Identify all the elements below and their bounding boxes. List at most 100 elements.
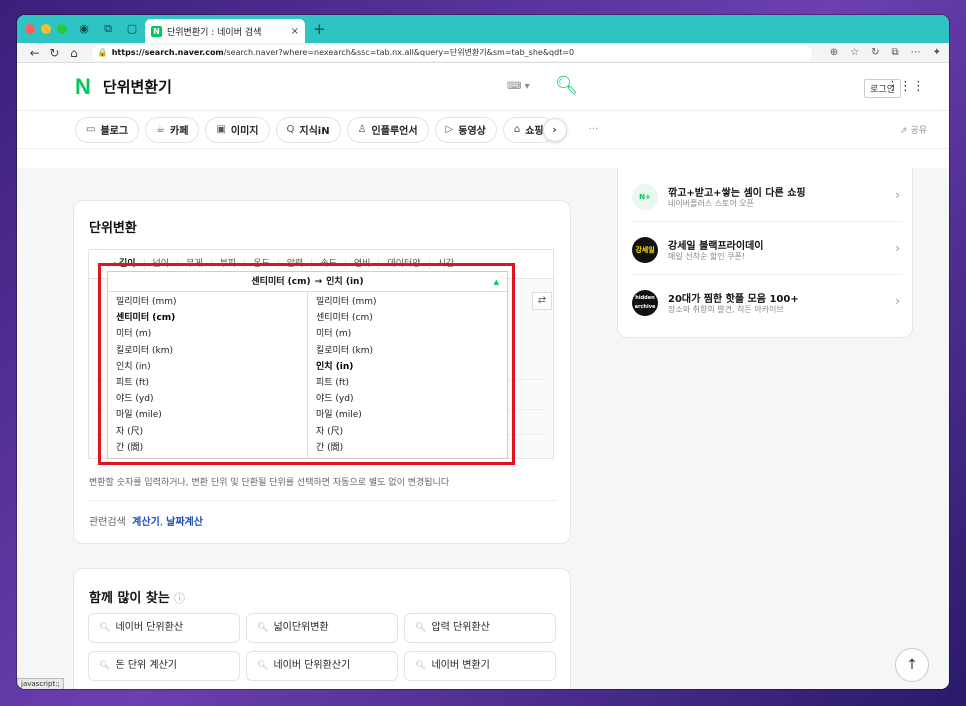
popular-item[interactable]: 🔍︎ 돈 단위 계산기 <box>88 651 240 681</box>
workspaces-icon[interactable]: ⧉ <box>101 22 115 36</box>
to-option[interactable]: 피트 (ft) <box>308 375 507 391</box>
to-option[interactable]: 밀리미터 (mm) <box>308 294 507 310</box>
tab-title: 단위변환기 : 네이버 검색 <box>167 27 262 38</box>
url-host: https://search.naver.com <box>111 47 224 57</box>
from-option[interactable]: 자 (尺) <box>108 424 307 440</box>
popular-item-label: 넓이단위변환 <box>273 622 329 633</box>
related-link-date-calc[interactable]: 날짜계산 <box>166 517 203 528</box>
popular-item[interactable]: 🔍︎ 네이버 단위환산 <box>88 613 240 643</box>
search-tabs: ▭ 블로그 ☕ 카페 ▣ 이미지 Q 지식iN ♙ 인플루언서 ▷ 동영상 ⌂ 쇼핑 › ··… <box>17 111 949 149</box>
zoom-icon[interactable]: ⊕ <box>830 47 838 58</box>
tab-length[interactable]: 길이 <box>105 259 145 269</box>
tab-pressure[interactable]: 압력 <box>279 259 313 269</box>
promo-item[interactable]: hidden archive 20대가 찜한 핫플 모음 100+ 장소와 취향… <box>632 278 902 328</box>
favorite-star-icon[interactable]: ☆ <box>850 47 859 58</box>
active-tab[interactable]: N 단위변환기 : 네이버 검색 × <box>145 19 305 43</box>
from-option[interactable]: 마일 (mile) <box>108 407 307 423</box>
kang-sale-icon: 강세일 <box>632 237 658 263</box>
tab-influencer[interactable]: ♙ 인플루언서 <box>346 116 429 143</box>
tab-data[interactable]: 데이터양 <box>379 259 430 269</box>
from-option[interactable]: 인치 (in) <box>108 359 307 375</box>
tab-weight[interactable]: 무게 <box>178 259 212 269</box>
tab-cafe[interactable]: ☕ 카페 <box>145 116 200 143</box>
tab-area[interactable]: 넓이 <box>145 259 179 269</box>
new-tab-button[interactable]: + <box>313 20 326 38</box>
promo-item[interactable]: N+ 깎고+받고+쌓는 셈이 다른 쇼핑 네이버플러스 스토어 오픈 › <box>632 172 902 222</box>
to-option[interactable]: 인치 (in) <box>308 359 507 375</box>
url-field[interactable]: 🔒 https://search.naver.com/search.naver?… <box>91 44 812 61</box>
shopping-icon: ⌂ <box>513 124 521 135</box>
minimize-window-button[interactable] <box>41 24 51 34</box>
to-option[interactable]: 간 (間) <box>308 440 507 456</box>
from-option[interactable]: 센티미터 (cm) <box>108 310 307 326</box>
close-window-button[interactable] <box>25 24 35 34</box>
collections-icon[interactable]: ⧉ <box>891 47 898 58</box>
more-tabs-button[interactable]: ··· <box>589 124 599 135</box>
extensions-icon[interactable]: ⋯ <box>911 47 921 58</box>
tab-video[interactable]: ▷ 동영상 <box>434 116 497 143</box>
popular-item[interactable]: 🔍︎ 넓이단위변환 <box>246 613 398 643</box>
profile-icon[interactable]: ◉ <box>77 22 91 36</box>
popular-item-label: 네이버 변환기 <box>431 660 490 671</box>
tab-kin[interactable]: Q 지식iN <box>275 116 341 143</box>
to-option[interactable]: 야드 (yd) <box>308 391 507 407</box>
tab-image[interactable]: ▣ 이미지 <box>205 116 270 143</box>
tab-blog[interactable]: ▭ 블로그 <box>75 116 140 143</box>
title-bar: ◉ ⧉ ▢ N 단위변환기 : 네이버 검색 × + <box>17 15 949 43</box>
tab-label: 이미지 <box>230 126 259 137</box>
back-icon[interactable]: ← <box>25 46 45 60</box>
promo-title: 깎고+받고+쌓는 셈이 다른 쇼핑 <box>668 188 806 199</box>
from-unit-list: 밀리미터 (mm) 센티미터 (cm) 미터 (m) 킬로미터 (km) 인치 (in)… <box>108 292 308 459</box>
zoom-window-button[interactable] <box>57 24 67 34</box>
to-option[interactable]: 미터 (m) <box>308 326 507 342</box>
lock-icon: 🔒 <box>97 47 108 57</box>
tab-label: 지식iN <box>299 126 330 137</box>
chevron-right-icon[interactable]: › <box>542 117 567 142</box>
popular-item[interactable]: 🔍︎ 네이버 변환기 <box>404 651 556 681</box>
copilot-icon[interactable]: ✦ <box>933 47 941 58</box>
popular-item[interactable]: 🔍︎ 압력 단위환산 <box>404 613 556 643</box>
address-bar-row: ← ↻ ⌂ 🔒 https://search.naver.com/search.… <box>17 43 949 63</box>
blog-icon: ▭ <box>86 124 96 135</box>
from-option[interactable]: 야드 (yd) <box>108 391 307 407</box>
keyboard-icon[interactable]: ⌨ ▾ <box>507 81 530 92</box>
tab-temperature[interactable]: 온도 <box>245 259 279 269</box>
reload-icon[interactable]: ↻ <box>45 46 65 60</box>
info-icon[interactable]: ⓘ <box>174 592 185 605</box>
refresh-page-icon[interactable]: ↻ <box>871 47 879 58</box>
tab-label: 카페 <box>170 126 189 137</box>
scroll-to-top-button[interactable]: ↑ <box>895 648 929 682</box>
to-option[interactable]: 자 (尺) <box>308 424 507 440</box>
from-option[interactable]: 밀리미터 (mm) <box>108 294 307 310</box>
caret-up-icon[interactable]: ▲ <box>494 272 499 292</box>
related-link-calculator[interactable]: 계산기 <box>132 517 160 528</box>
to-option[interactable]: 센티미터 (cm) <box>308 310 507 326</box>
swap-units-icon[interactable]: ⇄ <box>532 292 552 310</box>
tab-label: 동영상 <box>458 126 486 137</box>
tab-volume[interactable]: 부피 <box>212 259 246 269</box>
tab-actions-icon[interactable]: ▢ <box>125 22 139 36</box>
share-button[interactable]: ⇗ 공유 <box>900 123 927 136</box>
tab-close-icon[interactable]: × <box>291 26 299 37</box>
arrow-right-icon: → <box>314 277 323 287</box>
from-option[interactable]: 미터 (m) <box>108 326 307 342</box>
tab-speed[interactable]: 속도 <box>312 259 346 269</box>
tab-time[interactable]: 시간 <box>430 259 463 269</box>
from-option[interactable]: 피트 (ft) <box>108 375 307 391</box>
apps-grid-icon[interactable]: ⋮⋮⋮ <box>886 79 925 94</box>
from-option[interactable]: 킬로미터 (km) <box>108 343 307 359</box>
from-option[interactable]: 간 (間) <box>108 440 307 456</box>
converter-note: 변환할 숫자를 입력하거나, 변환 단위 및 단환될 단위를 선택하면 자동으로… <box>89 478 450 488</box>
search-query-title[interactable]: 단위변환기 <box>103 76 172 97</box>
to-option[interactable]: 킬로미터 (km) <box>308 343 507 359</box>
home-icon[interactable]: ⌂ <box>64 46 84 60</box>
unit-selector-header[interactable]: 센티미터 (cm) → 인치 (in) ▲ <box>108 272 507 292</box>
promo-item[interactable]: 강세일 강세일 블랙프라이데이 매일 선착순 할인 쿠폰! › <box>632 225 902 275</box>
unit-dropdown[interactable]: 센티미터 (cm) → 인치 (in) ▲ 밀리미터 (mm) 센티미터 (cm) 미터… <box>107 271 508 459</box>
naver-logo[interactable]: N <box>75 74 91 100</box>
to-option[interactable]: 마일 (mile) <box>308 407 507 423</box>
search-icon: 🔍︎ <box>99 623 111 633</box>
tab-fuel[interactable]: 연비 <box>346 259 380 269</box>
popular-item[interactable]: 🔍︎ 네이버 단위환산기 <box>246 651 398 681</box>
search-icon[interactable]: 🔍︎ <box>555 75 578 96</box>
